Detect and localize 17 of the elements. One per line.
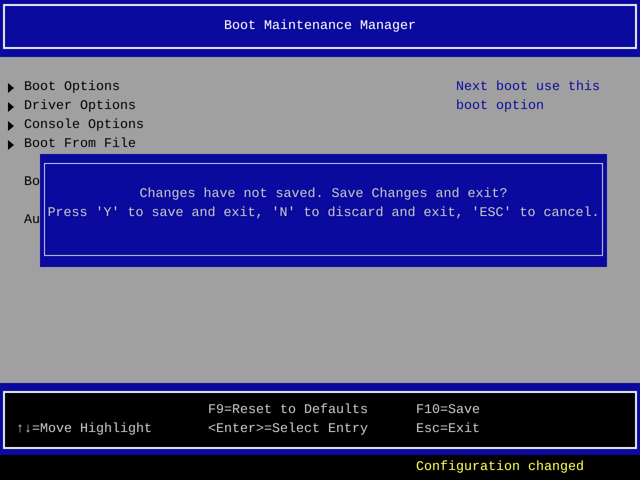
- key-hint: <Enter>=Select Entry: [208, 421, 368, 439]
- dialog-message: Press 'Y' to save and exit, 'N' to discard and exit, 'ESC' to cancel.: [48, 204, 600, 222]
- key-hint: ↑↓=Move Highlight: [16, 421, 152, 439]
- help-text: Next boot use this: [456, 79, 600, 97]
- dialog-message: Changes have not saved. Save Changes and exit?: [140, 186, 508, 204]
- help-text: boot option: [456, 98, 544, 116]
- menu-item[interactable]: Au: [24, 211, 40, 230]
- menu-item[interactable]: Console Options: [24, 116, 144, 135]
- menu-item[interactable]: Driver Options: [24, 97, 136, 116]
- menu-item[interactable]: Boot From File: [24, 135, 136, 154]
- key-hint: F9=Reset to Defaults: [208, 402, 368, 420]
- screen-title: Boot Maintenance Manager: [224, 19, 416, 34]
- key-hint: Esc=Exit: [416, 421, 480, 439]
- key-hint: F10=Save: [416, 402, 480, 420]
- menu-item[interactable]: Bo: [24, 173, 40, 192]
- menu-item[interactable]: Boot Options: [24, 78, 120, 97]
- status-message: Configuration changed: [416, 460, 584, 475]
